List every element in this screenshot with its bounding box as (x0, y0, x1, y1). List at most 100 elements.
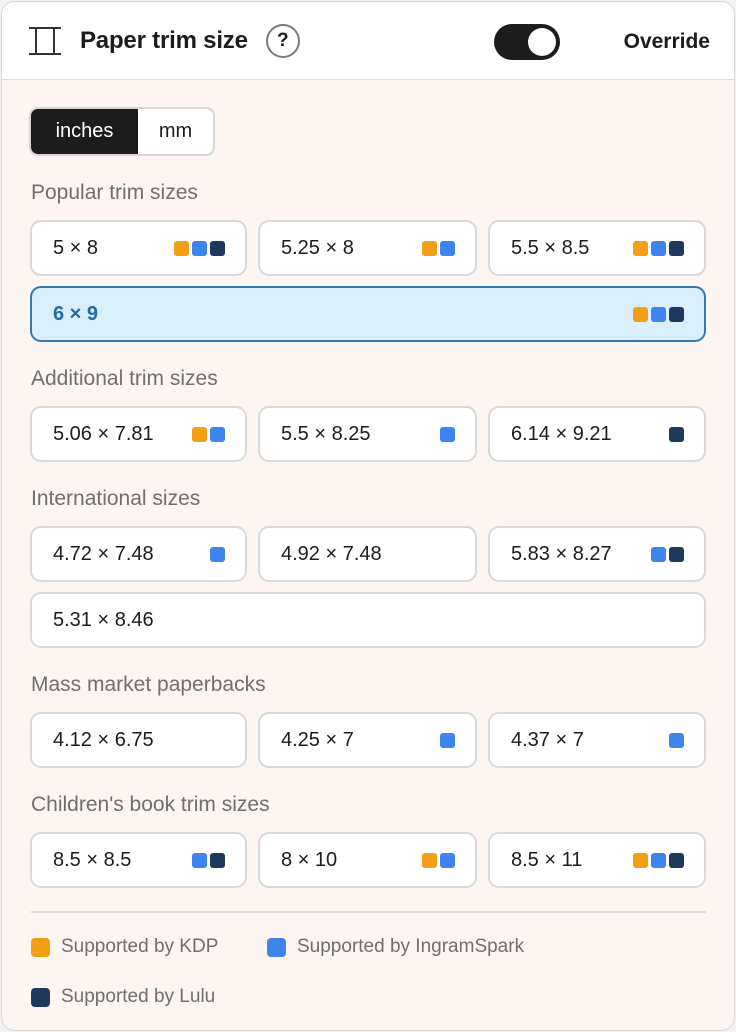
trim-chip[interactable]: 8 × 10 (258, 832, 477, 888)
trim-chip[interactable]: 4.25 × 7 (258, 712, 477, 768)
chip-label: 5.31 × 8.46 (53, 608, 154, 631)
panel-title: Paper trim size (80, 26, 248, 54)
chip-label: 5.5 × 8.25 (281, 422, 371, 445)
chip-label: 8 × 10 (281, 848, 338, 871)
lulu-dot (669, 546, 684, 562)
platform-dots (174, 240, 225, 256)
trim-chip[interactable]: 4.37 × 7 (488, 712, 706, 768)
ingramspark-dot (651, 240, 666, 256)
platform-dots (440, 732, 455, 748)
trim-chip[interactable]: 4.72 × 7.48 (30, 526, 247, 582)
toggle-knob (528, 28, 556, 56)
chip-label: 4.72 × 7.48 (53, 542, 154, 565)
trim-chip[interactable]: 4.12 × 6.75 (30, 712, 247, 768)
lulu-dot (210, 240, 225, 256)
ingramspark-dot (651, 852, 666, 868)
override-label: Override (623, 30, 710, 53)
kdp-dot (422, 852, 437, 868)
ingramspark-dot (440, 732, 455, 748)
legend-label: Supported by Lulu (61, 986, 216, 1007)
ingramspark-dot (651, 306, 666, 322)
ingramspark-dot (210, 426, 225, 442)
platform-dots (192, 426, 225, 442)
ingramspark-dot (440, 852, 455, 868)
section-title-international: International sizes (31, 487, 201, 510)
legend-divider (31, 911, 706, 913)
platform-dots (210, 546, 225, 562)
platform-dots (192, 852, 225, 868)
ingramspark-dot (192, 240, 207, 256)
trim-chip[interactable]: 4.92 × 7.48 (258, 526, 477, 582)
chip-label: 5 × 8 (53, 236, 99, 259)
chip-label: 4.92 × 7.48 (281, 542, 382, 565)
section-title-childrens: Children's book trim sizes (31, 793, 270, 816)
trim-chip[interactable]: 5.31 × 8.46 (30, 592, 706, 648)
trim-chip[interactable]: 5.5 × 8.25 (258, 406, 477, 462)
kdp-dot (192, 426, 207, 442)
kdp-dot (422, 240, 437, 256)
trim-chip[interactable]: 8.5 × 11 (488, 832, 706, 888)
trim-chip[interactable]: 5.25 × 8 (258, 220, 477, 276)
kdp-dot (174, 240, 189, 256)
trim-chip[interactable]: 6.14 × 9.21 (488, 406, 706, 462)
kdp-dot (633, 240, 648, 256)
trim-chip[interactable]: 5.5 × 8.5 (488, 220, 706, 276)
section-title-mass-market: Mass market paperbacks (31, 673, 266, 696)
legend-label: Supported by KDP (61, 936, 219, 957)
ingramspark-dot (440, 426, 455, 442)
platform-dots (633, 240, 684, 256)
chip-label: 4.12 × 6.75 (53, 728, 154, 751)
chip-label: 4.25 × 7 (281, 728, 354, 751)
panel-header: Paper trim size ? Override (2, 2, 734, 80)
kdp-swatch (31, 937, 50, 957)
platform-dots (651, 546, 684, 562)
unit-toggle: inches mm (29, 107, 215, 156)
chip-label: 5.25 × 8 (281, 236, 354, 259)
ingramspark-dot (440, 240, 455, 256)
trim-size-icon (28, 26, 62, 56)
trim-chip[interactable]: 5.06 × 7.81 (30, 406, 247, 462)
unit-option-mm[interactable]: mm (138, 109, 213, 154)
override-toggle[interactable] (494, 24, 560, 60)
platform-dots (422, 240, 455, 256)
trim-chip[interactable]: 8.5 × 8.5 (30, 832, 247, 888)
trim-chip[interactable]: 5 × 8 (30, 220, 247, 276)
ingramspark-swatch (267, 937, 286, 957)
trim-chip[interactable]: 5.83 × 8.27 (488, 526, 706, 582)
ingramspark-dot (651, 546, 666, 562)
platform-dots (669, 732, 684, 748)
ingramspark-dot (210, 546, 225, 562)
platform-dots (422, 852, 455, 868)
chip-label: 8.5 × 8.5 (53, 848, 132, 871)
ingramspark-dot (669, 732, 684, 748)
trim-chip-selected[interactable]: 6 × 9 (30, 286, 706, 342)
platform-dots (633, 306, 684, 322)
kdp-dot (633, 306, 648, 322)
lulu-swatch (31, 987, 50, 1007)
chip-label: 5.83 × 8.27 (511, 542, 612, 565)
kdp-dot (633, 852, 648, 868)
lulu-dot (669, 240, 684, 256)
platform-dots (669, 426, 684, 442)
ingramspark-dot (192, 852, 207, 868)
chip-label: 5.06 × 7.81 (53, 422, 154, 445)
section-title-popular: Popular trim sizes (31, 181, 198, 204)
lulu-dot (669, 852, 684, 868)
lulu-dot (210, 852, 225, 868)
platform-dots (633, 852, 684, 868)
lulu-dot (669, 306, 684, 322)
chip-label: 5.5 × 8.5 (511, 236, 590, 259)
chip-label: 8.5 × 11 (511, 848, 583, 871)
legend-ingramspark: Supported by IngramSpark (267, 936, 524, 958)
unit-option-inches[interactable]: inches (31, 109, 138, 154)
lulu-dot (669, 426, 684, 442)
chip-label: 6 × 9 (53, 302, 99, 325)
legend-lulu: Supported by Lulu (31, 986, 215, 1008)
legend-label: Supported by IngramSpark (297, 936, 525, 957)
chip-label: 6.14 × 9.21 (511, 422, 612, 445)
legend-kdp: Supported by KDP (31, 936, 218, 958)
platform-dots (440, 426, 455, 442)
section-title-additional: Additional trim sizes (31, 367, 218, 390)
chip-label: 4.37 × 7 (511, 728, 584, 751)
help-button[interactable]: ? (265, 23, 300, 58)
